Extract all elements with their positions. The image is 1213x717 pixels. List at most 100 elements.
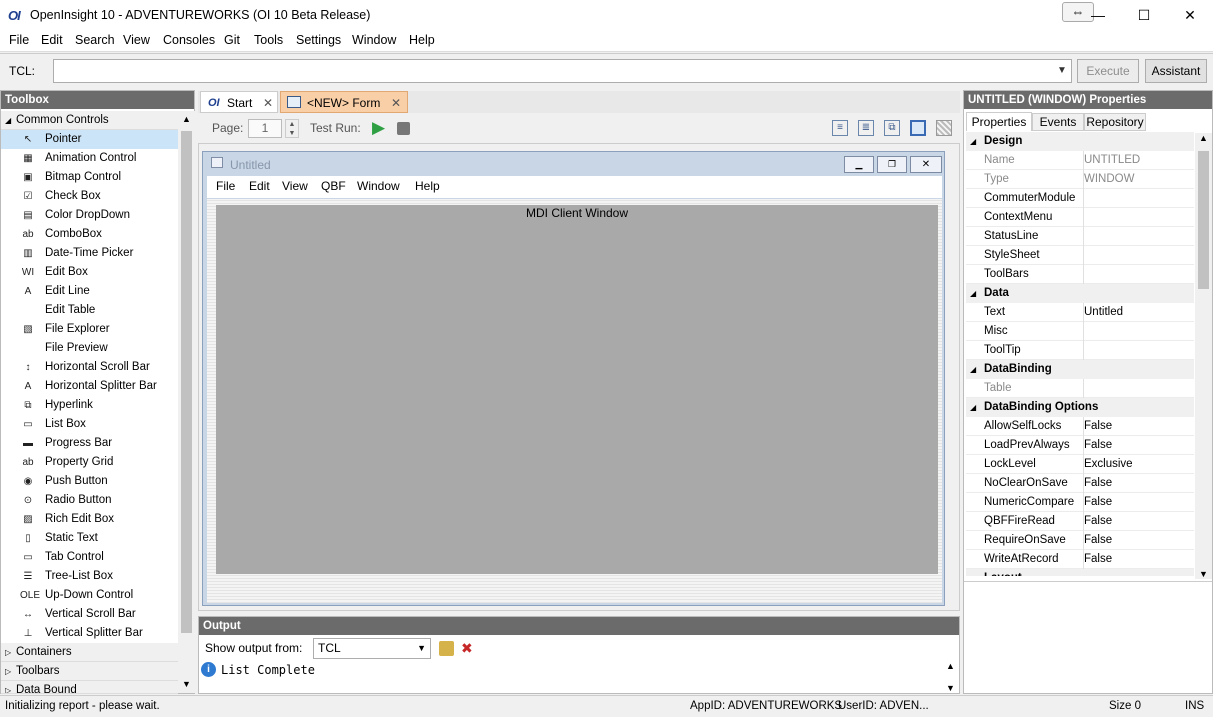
copy-output-icon[interactable] [439, 641, 454, 656]
property-value[interactable]: Untitled [1083, 303, 1123, 322]
menu-window[interactable]: Window [352, 33, 396, 47]
tab-start[interactable]: OI Start ✕ [200, 91, 278, 113]
section-common-controls[interactable]: ◢ Common Controls [1, 111, 178, 130]
toolbox-item[interactable]: ☰ Tree-List Box [1, 567, 178, 586]
scroll-up-icon[interactable]: ▲ [178, 111, 195, 128]
menu-git[interactable]: Git [224, 33, 240, 47]
property-value[interactable] [1083, 265, 1084, 284]
property-category[interactable]: ◢ Data [966, 284, 1194, 303]
form-minimize-button[interactable]: ▁ [844, 156, 874, 173]
toolbox-item[interactable]: ▣ Bitmap Control [1, 168, 178, 187]
align-icon[interactable]: ≡ [832, 120, 848, 136]
section-data-bound[interactable]: ▷ Data Bound [1, 681, 178, 694]
scroll-up-icon[interactable]: ▲ [1195, 133, 1212, 143]
property-value[interactable]: UNTITLED [1083, 151, 1140, 170]
property-category[interactable]: ◢ Design [966, 132, 1194, 151]
property-row[interactable]: ToolBars [966, 265, 1194, 284]
page-input[interactable]: 1 [248, 119, 282, 138]
toolbox-item[interactable]: ↖ Pointer [1, 130, 178, 149]
assistant-button[interactable]: Assistant [1145, 59, 1207, 83]
form-menu-window[interactable]: Window [357, 179, 400, 193]
property-row[interactable]: Name UNTITLED [966, 151, 1194, 170]
scroll-up-icon[interactable]: ▲ [942, 661, 959, 671]
toolbox-item[interactable]: A Horizontal Splitter Bar [1, 377, 178, 396]
toolbox-item[interactable]: File Preview [1, 339, 178, 358]
property-row[interactable]: CommuterModule [966, 189, 1194, 208]
toolbox-item[interactable]: ▤ Color DropDown [1, 206, 178, 225]
property-category[interactable]: ◢ DataBinding Options [966, 398, 1194, 417]
toolbox-item[interactable]: ▭ Tab Control [1, 548, 178, 567]
layers-icon[interactable]: ⧉ [884, 120, 900, 136]
minimize-button[interactable]: — [1075, 0, 1121, 30]
tab-repository[interactable]: Repository [1084, 113, 1146, 131]
toolbox-item[interactable]: ⧉ Hyperlink [1, 396, 178, 415]
maximize-button[interactable]: ☐ [1121, 0, 1167, 30]
form-menu-edit[interactable]: Edit [249, 179, 270, 193]
property-value[interactable]: Exclusive [1083, 455, 1133, 474]
select-frame-icon[interactable] [910, 120, 926, 136]
toolbox-item[interactable]: ☑ Check Box [1, 187, 178, 206]
toolbox-item[interactable]: ▭ List Box [1, 415, 178, 434]
property-category[interactable]: ◢ DataBinding [966, 360, 1194, 379]
scroll-down-icon[interactable]: ▼ [1195, 569, 1212, 579]
form-menu-help[interactable]: Help [415, 179, 440, 193]
form-menu-qbf[interactable]: QBF [321, 179, 346, 193]
toolbox-item[interactable]: WI Edit Box [1, 263, 178, 282]
toolbox-item[interactable]: ▬ Progress Bar [1, 434, 178, 453]
properties-scrollbar[interactable]: ▲ ▼ [1195, 133, 1212, 579]
property-row[interactable]: ToolTip [966, 341, 1194, 360]
tab-new-form[interactable]: <NEW> Form ✕ [280, 91, 408, 113]
menu-consoles[interactable]: Consoles [163, 33, 215, 47]
clear-output-icon[interactable]: ✖ [461, 641, 476, 656]
stop-icon[interactable] [397, 122, 410, 135]
property-value[interactable]: False [1083, 531, 1112, 550]
toolbox-scrollbar[interactable]: ▲ ▼ [178, 111, 195, 693]
execute-button[interactable]: Execute [1077, 59, 1139, 83]
tab-order-icon[interactable]: ≣ [858, 120, 874, 136]
toolbox-item[interactable]: ◉ Push Button [1, 472, 178, 491]
scroll-down-icon[interactable]: ▼ [942, 683, 959, 693]
menu-view[interactable]: View [123, 33, 150, 47]
form-close-button[interactable]: ✕ [910, 156, 942, 173]
tab-events[interactable]: Events [1032, 113, 1084, 131]
property-value[interactable]: False [1083, 474, 1112, 493]
property-value[interactable] [1083, 322, 1084, 341]
property-row[interactable]: ContextMenu [966, 208, 1194, 227]
property-row[interactable]: LockLevel Exclusive [966, 455, 1194, 474]
menu-edit[interactable]: Edit [41, 33, 63, 47]
mdi-client-window[interactable]: MDI Client Window [216, 205, 938, 574]
menu-help[interactable]: Help [409, 33, 435, 47]
toolbox-item[interactable]: OLE Up-Down Control [1, 586, 178, 605]
scroll-thumb[interactable] [1198, 151, 1209, 289]
property-row[interactable]: Text Untitled [966, 303, 1194, 322]
property-row[interactable]: Table [966, 379, 1194, 398]
form-restore-button[interactable]: ❐ [877, 156, 907, 173]
property-row[interactable]: LoadPrevAlways False [966, 436, 1194, 455]
property-row[interactable]: StatusLine [966, 227, 1194, 246]
scroll-thumb[interactable] [181, 131, 192, 633]
toolbox-item[interactable]: ▦ Animation Control [1, 149, 178, 168]
toolbox-item[interactable]: ⊙ Radio Button [1, 491, 178, 510]
property-value[interactable] [1083, 246, 1084, 265]
chevron-down-icon[interactable]: ▼ [1052, 59, 1072, 83]
property-value[interactable] [1083, 227, 1084, 246]
menu-file[interactable]: File [9, 33, 29, 47]
toolbox-item[interactable]: Edit Table [1, 301, 178, 320]
grid-icon[interactable] [936, 120, 952, 136]
toolbox-item[interactable]: ▯ Static Text [1, 529, 178, 548]
scroll-down-icon[interactable]: ▼ [178, 676, 195, 693]
close-icon[interactable]: ✕ [263, 92, 273, 114]
property-row[interactable]: RequireOnSave False [966, 531, 1194, 550]
close-icon[interactable]: ✕ [391, 92, 401, 114]
property-row[interactable]: AllowSelfLocks False [966, 417, 1194, 436]
menu-settings[interactable]: Settings [296, 33, 341, 47]
property-value[interactable]: False [1083, 512, 1112, 531]
property-value[interactable]: False [1083, 550, 1112, 569]
property-value[interactable] [1083, 208, 1084, 227]
property-row[interactable]: NoClearOnSave False [966, 474, 1194, 493]
toolbox-item[interactable]: ↔ Vertical Scroll Bar [1, 605, 178, 624]
property-value[interactable]: WINDOW [1083, 170, 1134, 189]
toolbox-item[interactable]: A Edit Line [1, 282, 178, 301]
menu-search[interactable]: Search [75, 33, 115, 47]
page-spinner[interactable]: ▲ ▼ [285, 119, 299, 138]
